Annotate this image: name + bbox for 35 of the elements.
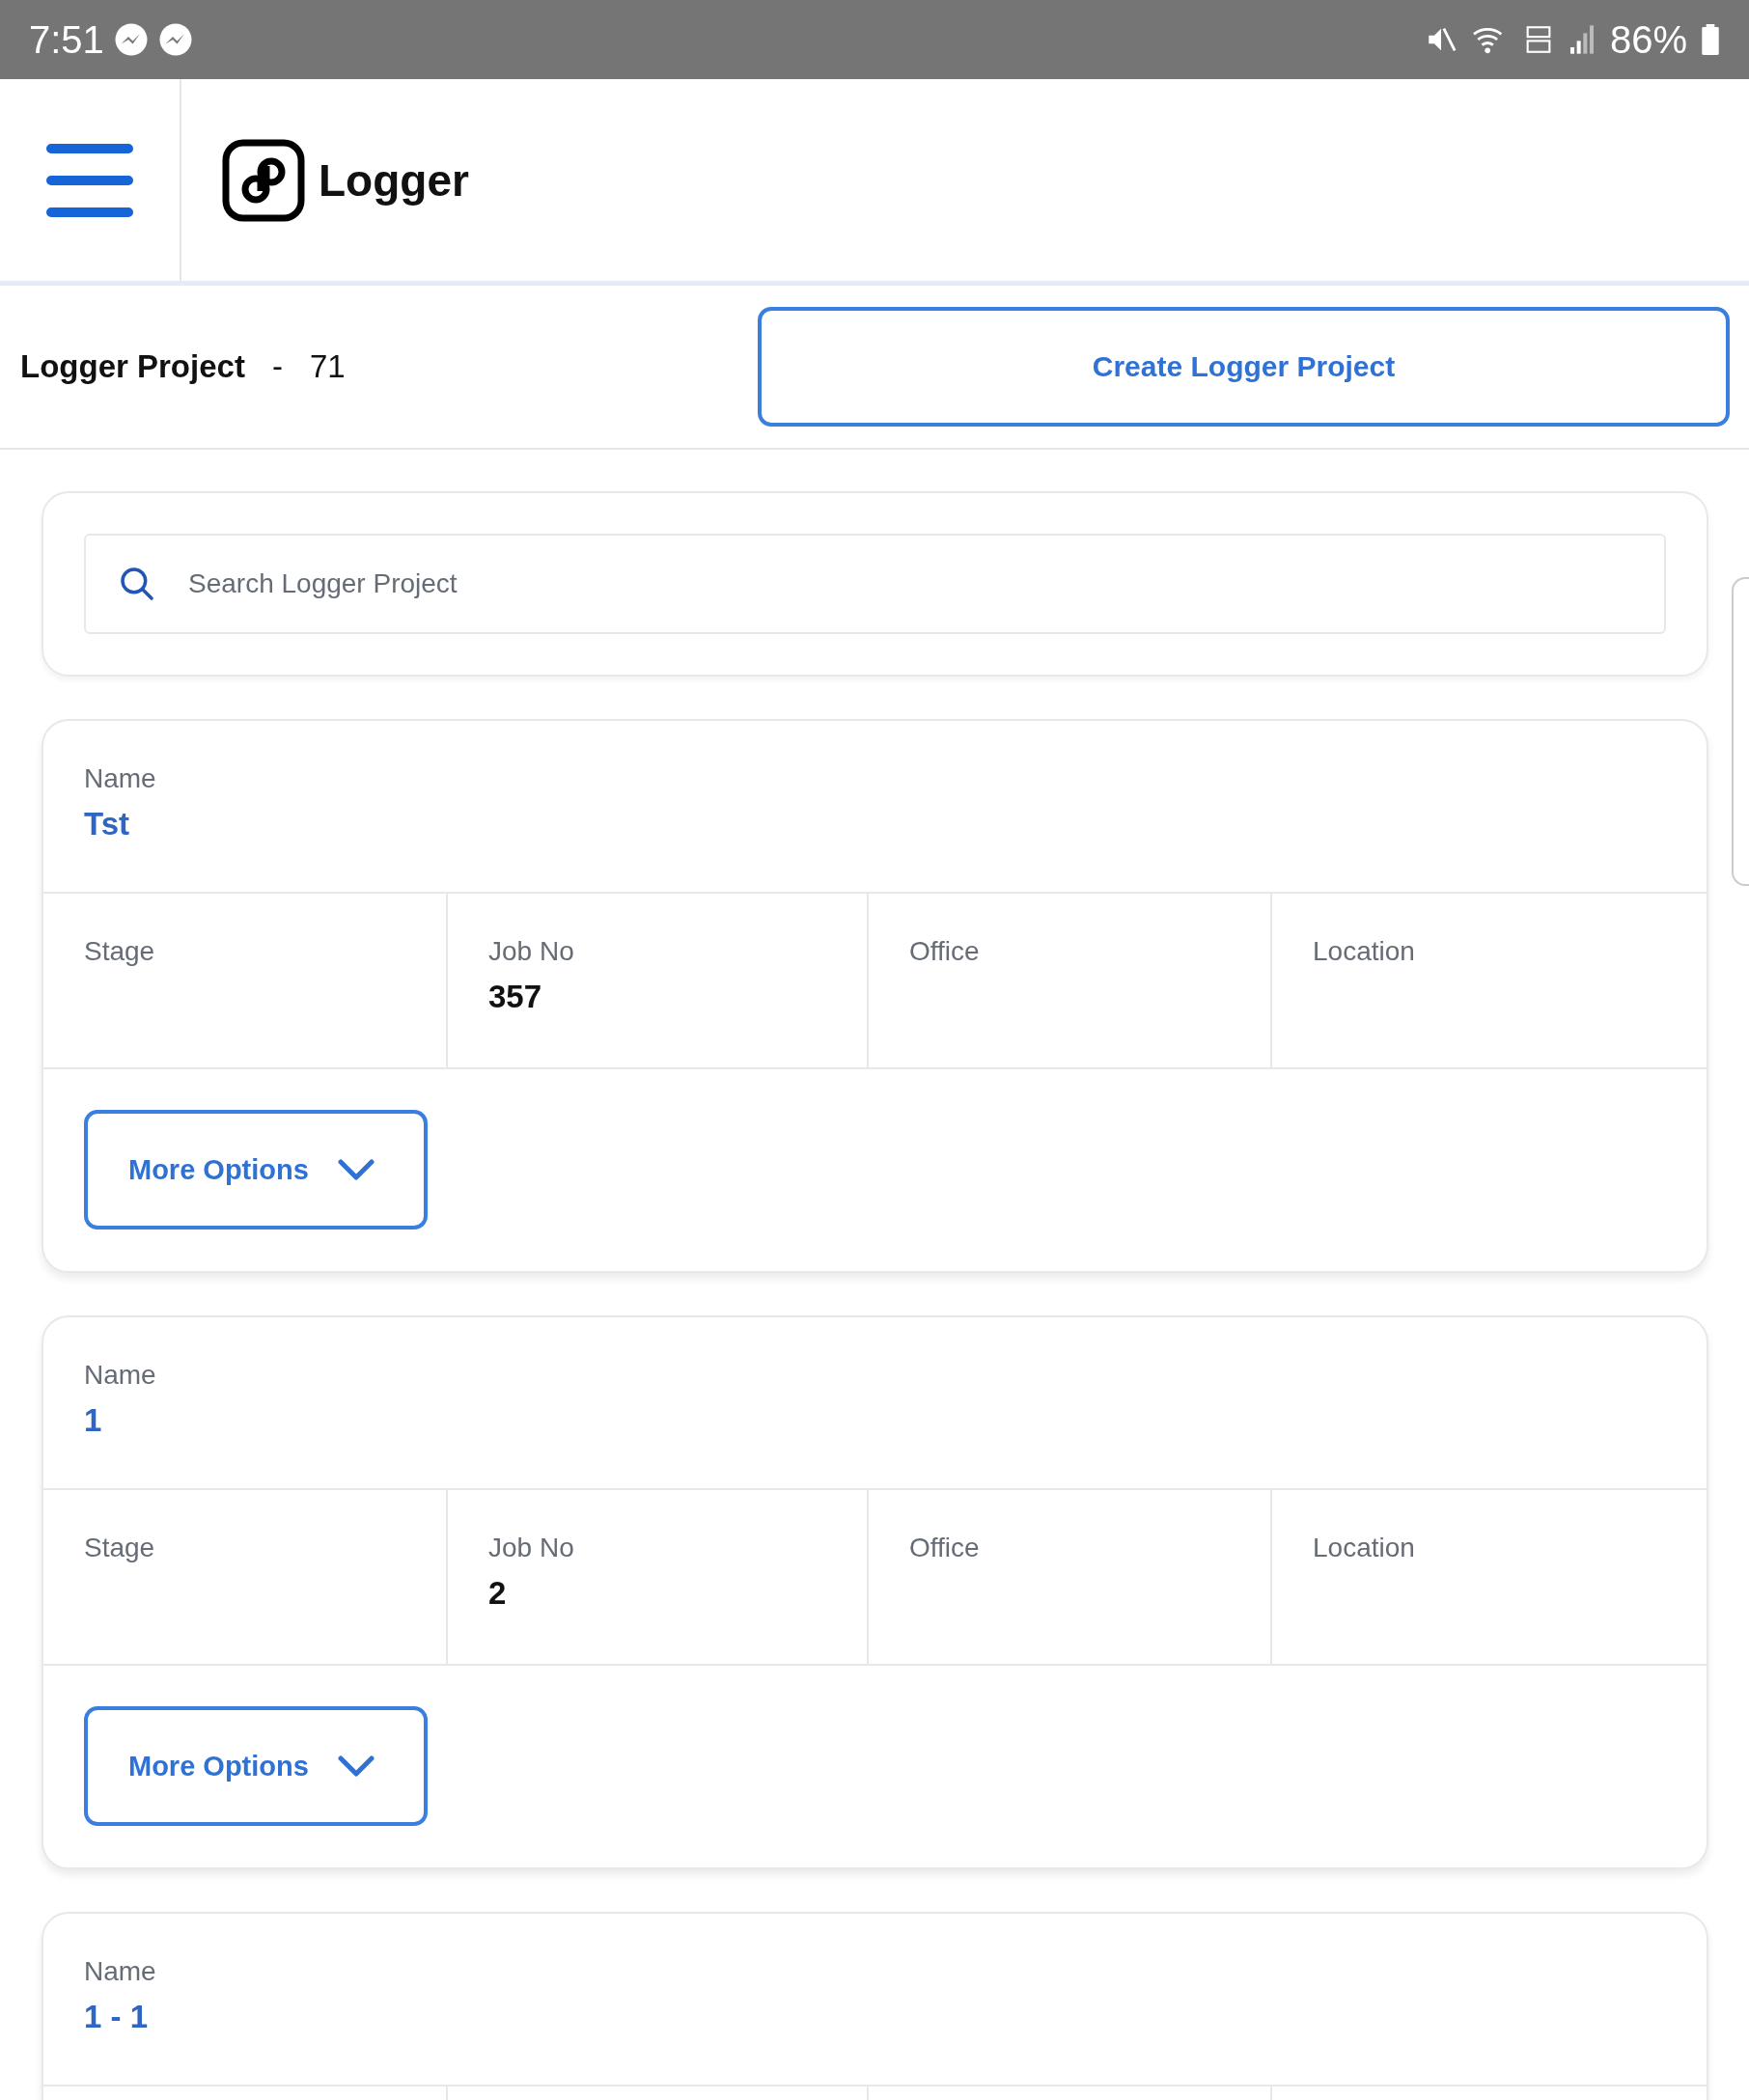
logo-icon (222, 138, 305, 222)
field-label: Name (84, 1360, 157, 1391)
field-label: Stage (84, 936, 156, 967)
battery-icon (1701, 24, 1720, 55)
field-label: Job No (488, 1533, 575, 1563)
create-project-button[interactable]: Create Logger Project (758, 307, 1730, 427)
project-name[interactable]: Tst (84, 806, 1666, 843)
more-options-button[interactable]: More Options (84, 1110, 428, 1230)
field-label: Location (1313, 1533, 1416, 1563)
field-label: Name (84, 1956, 157, 1987)
field-label: Office (909, 1533, 981, 1563)
clock-time: 7:51 (29, 17, 104, 62)
field-value: 357 (488, 979, 543, 1015)
chevron-down-icon (337, 1159, 375, 1180)
project-name[interactable]: 1 - 1 (84, 1999, 1666, 2035)
chevron-down-icon (337, 1755, 375, 1777)
project-count: 71 (309, 348, 346, 385)
field-label: Location (1313, 936, 1416, 967)
search-icon (119, 566, 155, 602)
separator-dash: - (271, 348, 283, 385)
chat-icon (113, 22, 149, 57)
chat-icon (157, 22, 193, 57)
page-title: Logger Project (20, 348, 245, 385)
side-handle[interactable] (1732, 577, 1749, 886)
field-label: Office (909, 936, 981, 967)
app-name: Logger (319, 153, 469, 207)
menu-icon[interactable] (46, 143, 133, 217)
field-label: Job No (488, 936, 575, 967)
field-label: Stage (84, 1533, 156, 1563)
more-options-button[interactable]: More Options (84, 1706, 428, 1826)
battery-percentage: 86% (1609, 17, 1687, 62)
field-label: Name (84, 763, 157, 794)
project-name[interactable]: 1 (84, 1402, 1666, 1439)
search-field[interactable]: Search Logger Project (84, 534, 1666, 634)
field-value: 2 (488, 1575, 508, 1612)
